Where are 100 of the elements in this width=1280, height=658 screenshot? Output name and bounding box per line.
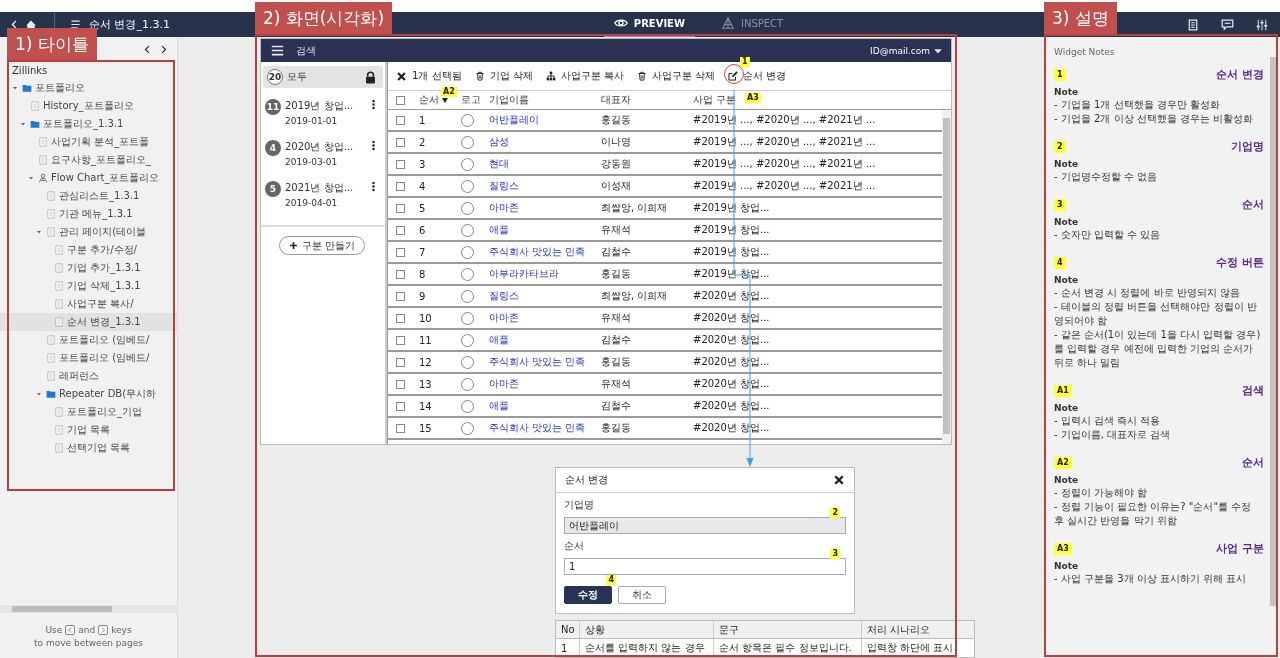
pages-icon[interactable] <box>70 19 81 30</box>
checkbox[interactable] <box>396 401 405 411</box>
table-row[interactable]: 3 현대 강동원 #2019년 ..., #2020년 ..., #2021년 ... <box>388 154 942 176</box>
column-header[interactable]: 로고 <box>461 93 481 107</box>
tree-item[interactable]: 선택기업 목록 <box>0 439 177 457</box>
tree-item[interactable]: 포트폴리오_1.3.1 <box>0 115 177 133</box>
checkbox[interactable] <box>396 269 405 279</box>
column-header[interactable]: 기업이름 <box>489 93 529 107</box>
group-item[interactable]: 5 2021년 창업... 2019-04-01 <box>261 178 385 211</box>
tree-item[interactable]: 포트폴리오 (임베드/ <box>0 331 177 349</box>
table-row[interactable]: 1 어반플레이 홍길동 #2019년 ..., #2020년 ..., #2021년 ... <box>388 110 942 132</box>
table-row[interactable]: 4 질링스 이성재 #2019년 ..., #2020년 ..., #2021년 ... <box>388 176 942 198</box>
company-link[interactable]: 주식회사 맛있는 민족 <box>489 421 601 435</box>
submit-button[interactable]: 수정 <box>564 586 612 604</box>
checkbox[interactable] <box>396 423 405 433</box>
table-row[interactable]: 6 애플 유재석 #2019년 창업... <box>388 220 942 242</box>
group-item[interactable]: 11 2019년 창업... 2019-01-01 <box>261 96 385 129</box>
tree-item[interactable]: Flow Chart_포트폴리오 <box>0 169 177 187</box>
tree-item[interactable]: 포트폴리오_기업 <box>0 403 177 421</box>
tree-item[interactable]: History_포트폴리오 <box>0 97 177 115</box>
toggle-arrow-icon[interactable] <box>35 228 43 236</box>
toolbar-action[interactable]: 사업구분 복사 <box>545 69 624 83</box>
tree-item[interactable]: 기관 메뉴_1.3.1 <box>0 205 177 223</box>
company-link[interactable]: 애플 <box>489 333 601 347</box>
tree-item[interactable]: 구분 추가/수정/ <box>0 241 177 259</box>
checkbox[interactable] <box>396 313 405 323</box>
checkbox[interactable] <box>396 291 405 301</box>
tree-item[interactable]: 관리 페이지(테이블 <box>0 223 177 241</box>
new-group-button[interactable]: 구분 만들기 <box>279 236 366 255</box>
sliders-icon[interactable] <box>1256 18 1268 31</box>
input-field[interactable]: 1 <box>564 558 846 575</box>
checkbox[interactable] <box>396 115 405 125</box>
search-label[interactable]: 검색 <box>296 43 316 58</box>
checkbox[interactable] <box>396 181 405 191</box>
company-link[interactable]: 현대 <box>489 157 601 171</box>
tree-item[interactable]: 순서 변경_1.3.1 <box>0 313 177 331</box>
company-link[interactable]: 아마존 <box>489 311 601 325</box>
tree-item[interactable]: 레퍼런스 <box>0 367 177 385</box>
column-header[interactable]: 사업 구분 <box>693 93 737 107</box>
close-icon[interactable] <box>833 473 845 486</box>
company-link[interactable]: 아부라카타브라 <box>489 267 601 281</box>
company-link[interactable]: 아마존 <box>489 377 601 391</box>
table-row[interactable]: 8 아부라카타브라 홍길동 #2019년 창업... <box>388 264 942 286</box>
account-email[interactable]: ID@mail.com <box>870 45 930 56</box>
company-link[interactable]: 애플 <box>489 223 601 237</box>
tree-item[interactable]: 요구사항_포트폴리오_ <box>0 151 177 169</box>
column-header[interactable]: 대표자 <box>601 93 631 107</box>
company-link[interactable]: 애플 <box>489 399 601 413</box>
table-row[interactable]: 7 주식회사 맛있는 민족 김철수 #2019년 창업... <box>388 242 942 264</box>
toolbar-action[interactable]: 사업구분 삭제 <box>636 69 716 83</box>
toolbar-action[interactable]: 기업 삭제 <box>474 69 533 83</box>
checkbox[interactable] <box>396 379 405 389</box>
tree-item[interactable]: 사업기획 분석_포트폴 <box>0 133 177 151</box>
cancel-button[interactable]: 취소 <box>618 586 666 604</box>
comment-icon[interactable] <box>1221 18 1234 31</box>
checkbox[interactable] <box>396 159 405 169</box>
table-row[interactable]: 14 애플 김철수 #2020년 창업... <box>388 396 942 418</box>
tree-item[interactable]: 관심리스트_1.3.1 <box>0 187 177 205</box>
scrollbar[interactable] <box>0 605 177 613</box>
tree-item[interactable]: 사업구분 복사/ <box>0 295 177 313</box>
toggle-arrow-icon[interactable] <box>27 174 35 182</box>
table-row[interactable]: 13 아마존 유재석 #2020년 창업... <box>388 374 942 396</box>
company-link[interactable]: 주식회사 맛있는 민족 <box>489 245 601 259</box>
checkbox[interactable] <box>396 357 405 367</box>
tree-item[interactable]: Repeater DB(무시하 <box>0 385 177 403</box>
table-row[interactable]: 10 아마존 유재석 #2020년 창업... <box>388 308 942 330</box>
checkbox[interactable] <box>396 225 405 235</box>
tree-item[interactable]: 기업 목록 <box>0 421 177 439</box>
table-row[interactable]: 2 삼성 이나영 #2019년 ..., #2020년 ..., #2021년 ... <box>388 132 942 154</box>
document-icon[interactable] <box>1187 18 1199 31</box>
scrollbar[interactable] <box>942 110 951 444</box>
table-row[interactable]: 15 주식회사 맛있는 민족 홍길동 #2020년 창업... <box>388 418 942 440</box>
tree-item[interactable]: 포트폴리오 (임베드/ <box>0 349 177 367</box>
company-link[interactable]: 삼성 <box>489 135 601 149</box>
company-link[interactable]: 어반플레이 <box>489 113 601 127</box>
checkbox[interactable] <box>396 203 405 213</box>
toolbar-action[interactable]: 순서 변경 <box>728 69 787 83</box>
mode-tab[interactable]: INSPECT <box>711 12 794 37</box>
menu-icon[interactable] <box>271 44 284 57</box>
table-row[interactable]: 12 주식회사 맛있는 민족 홍길동 #2020년 창업... <box>388 352 942 374</box>
group-item[interactable]: 20 모두 <box>263 66 383 88</box>
company-link[interactable]: 아마존 <box>489 201 601 215</box>
table-row[interactable]: 5 아마존 최쌀앙, 이희재 #2019년 창업... <box>388 198 942 220</box>
checkbox[interactable] <box>396 95 405 105</box>
table-row[interactable]: 9 질링스 최쌀앙, 이희재 #2020년 창업... <box>388 286 942 308</box>
toggle-arrow-icon[interactable] <box>11 84 19 92</box>
toggle-arrow-icon[interactable] <box>19 120 27 128</box>
tree-item[interactable]: 기업 삭제_1.3.1 <box>0 277 177 295</box>
group-item[interactable]: 4 2020년 창업... 2019-03-01 <box>261 137 385 170</box>
company-link[interactable]: 주식회사 맛있는 민족 <box>489 355 601 369</box>
tree-item[interactable]: 기업 추가_1.3.1 <box>0 259 177 277</box>
checkbox[interactable] <box>396 335 405 345</box>
checkbox[interactable] <box>396 137 405 147</box>
toggle-arrow-icon[interactable] <box>35 390 43 398</box>
company-link[interactable]: 질링스 <box>489 179 601 193</box>
company-link[interactable]: 질링스 <box>489 289 601 303</box>
table-row[interactable]: 11 애플 김철수 #2020년 창업... <box>388 330 942 352</box>
checkbox[interactable] <box>396 247 405 257</box>
tree-item[interactable]: 포트폴리오 <box>0 79 177 97</box>
toolbar-action[interactable]: 1개 선택됨 <box>396 69 462 83</box>
